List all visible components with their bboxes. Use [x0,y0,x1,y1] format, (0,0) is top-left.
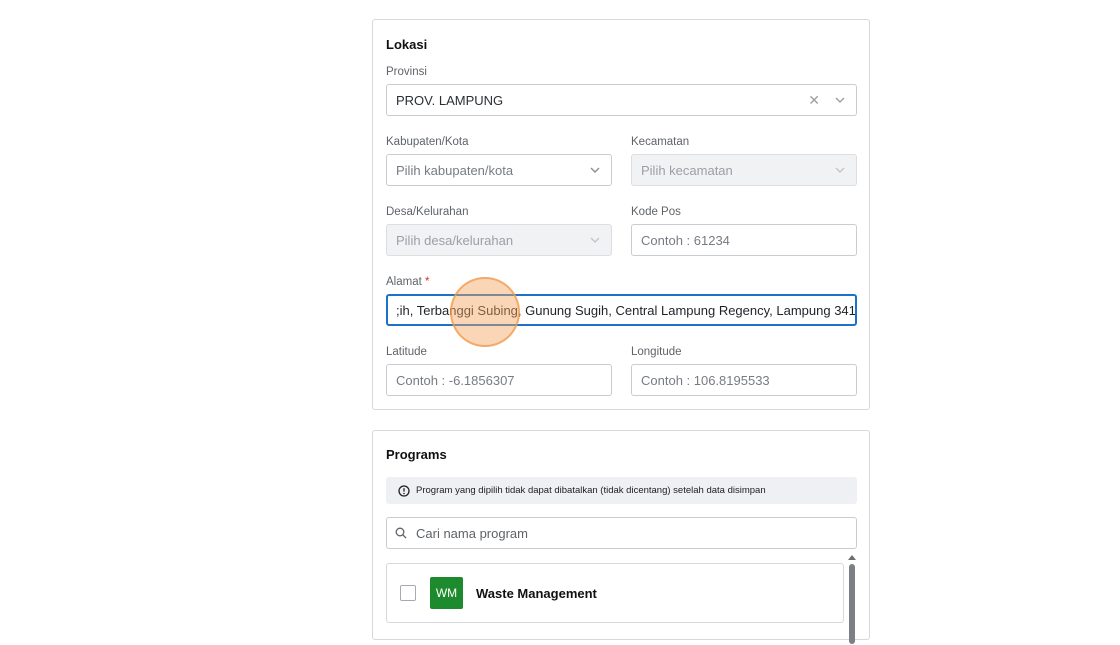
programs-card: Programs Program yang dipilih tidak dapa… [372,430,870,644]
scroll-up-arrow-icon[interactable] [848,555,856,560]
program-badge: WM [430,577,463,609]
kecamatan-select[interactable]: Pilih kecamatan [631,154,857,186]
latitude-input[interactable]: Contoh : -6.1856307 [386,364,612,396]
kode-pos-label: Kode Pos [631,206,681,218]
desa-select[interactable]: Pilih desa/kelurahan [386,224,612,256]
alamat-input[interactable]: ;ih, Terbanggi Subing, Gunung Sugih, Cen… [386,294,857,326]
longitude-placeholder: Contoh : 106.8195533 [641,372,770,388]
provinsi-value: PROV. LAMPUNG [396,92,504,108]
chevron-down-icon [590,167,600,173]
info-circle-icon [398,484,410,497]
kabupaten-label: Kabupaten/Kota [386,136,469,148]
kode-pos-placeholder: Contoh : 61234 [641,232,730,248]
lokasi-title: Lokasi [386,37,428,52]
kabupaten-select[interactable]: Pilih kabupaten/kota [386,154,612,186]
chevron-down-icon [835,167,845,173]
kecamatan-label: Kecamatan [631,136,690,148]
lokasi-card: Lokasi Provinsi PROV. LAMPUNG ✕ Kabupate… [372,19,870,410]
program-checkbox[interactable] [400,585,416,601]
latitude-placeholder: Contoh : -6.1856307 [396,372,515,388]
latitude-label: Latitude [386,346,427,358]
kode-pos-input[interactable]: Contoh : 61234 [631,224,857,256]
program-item-waste-management[interactable]: WM Waste Management [386,563,844,623]
alamat-label: Alamat * [386,276,429,288]
info-text: Program yang dipilih tidak dapat dibatal… [416,485,766,496]
longitude-label: Longitude [631,346,682,358]
info-banner: Program yang dipilih tidak dapat dibatal… [386,477,857,504]
required-mark: * [425,276,430,288]
programs-title: Programs [386,447,447,462]
kecamatan-placeholder: Pilih kecamatan [641,162,733,178]
search-icon [395,527,407,539]
program-search-input[interactable]: Cari nama program [386,517,857,549]
program-name: Waste Management [476,585,597,601]
close-icon[interactable]: ✕ [808,93,820,107]
desa-placeholder: Pilih desa/kelurahan [396,232,514,248]
scroll-thumb[interactable] [849,564,855,644]
chevron-down-icon [590,237,600,243]
program-list-scrollbar[interactable] [847,555,857,645]
kabupaten-placeholder: Pilih kabupaten/kota [396,162,514,178]
longitude-input[interactable]: Contoh : 106.8195533 [631,364,857,396]
alamat-label-text: Alamat [386,276,422,288]
desa-label: Desa/Kelurahan [386,206,469,218]
alamat-value: ;ih, Terbanggi Subing, Gunung Sugih, Cen… [396,302,857,318]
provinsi-select[interactable]: PROV. LAMPUNG ✕ [386,84,857,116]
provinsi-label: Provinsi [386,66,427,78]
search-placeholder: Cari nama program [416,525,528,541]
chevron-down-icon[interactable] [834,94,846,106]
